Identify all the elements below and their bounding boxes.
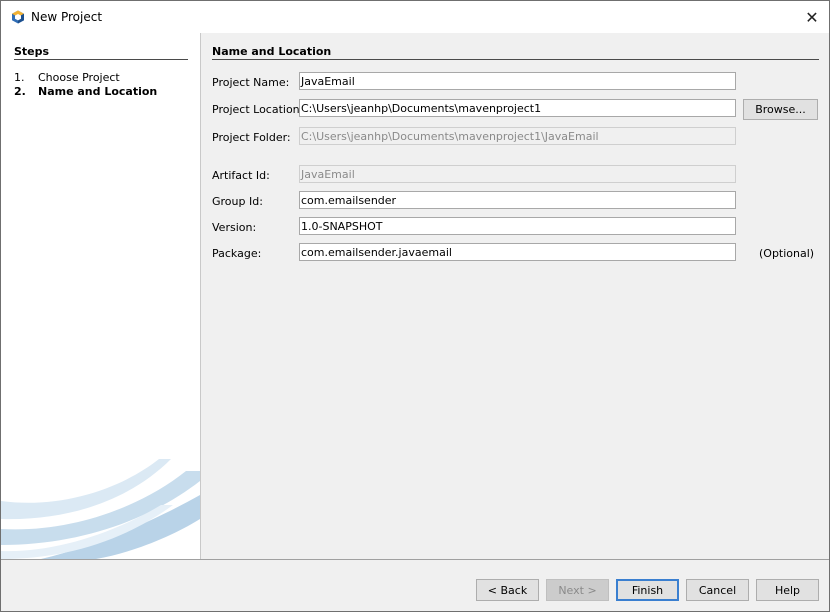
step-number: 2. <box>14 85 26 98</box>
cancel-button[interactable]: Cancel <box>686 579 749 601</box>
artifact-id-label: Artifact Id: <box>212 169 270 182</box>
close-button[interactable]: ✕ <box>795 1 829 33</box>
steps-title: Steps <box>14 45 50 58</box>
package-input[interactable]: com.emailsender.javaemail <box>299 243 736 261</box>
project-location-input[interactable]: C:\Users\jeanhp\Documents\mavenproject1 <box>299 99 736 117</box>
new-project-dialog: New Project ✕ Steps 1. Choose Project 2. N… <box>0 0 830 612</box>
step-label: Choose Project <box>38 71 120 84</box>
section-title: Name and Location <box>212 45 332 58</box>
decorative-swoosh <box>1 459 200 559</box>
back-button[interactable]: < Back <box>476 579 539 601</box>
step-name-and-location: 2. Name and Location <box>14 85 157 98</box>
wizard-button-bar: < Back Next > Finish Cancel Help <box>1 559 829 611</box>
artifact-id-field: JavaEmail <box>299 165 736 183</box>
step-label: Name and Location <box>38 85 158 98</box>
step-choose-project: 1. Choose Project <box>14 71 120 84</box>
project-name-input[interactable]: JavaEmail <box>299 72 736 90</box>
close-icon: ✕ <box>805 7 819 27</box>
project-name-label: Project Name: <box>212 76 290 89</box>
project-location-label: Project Location: <box>212 103 304 116</box>
step-number: 1. <box>14 71 25 84</box>
finish-button[interactable]: Finish <box>616 579 679 601</box>
package-label: Package: <box>212 247 262 260</box>
next-button[interactable]: Next > <box>546 579 609 601</box>
netbeans-icon <box>12 10 24 24</box>
browse-button[interactable]: Browse... <box>743 99 818 120</box>
name-and-location-panel: Name and Location Project Name: JavaEmai… <box>200 33 829 559</box>
steps-panel: Steps 1. Choose Project 2. Name and Locati… <box>1 33 200 559</box>
project-folder-label: Project Folder: <box>212 131 291 144</box>
version-input[interactable]: 1.0-SNAPSHOT <box>299 217 736 235</box>
window-title: New Project <box>31 10 103 24</box>
project-folder-field: C:\Users\jeanhp\Documents\mavenproject1\… <box>299 127 736 145</box>
steps-divider <box>14 59 188 60</box>
version-label: Version: <box>212 221 257 234</box>
package-optional-hint: (Optional) <box>759 247 815 260</box>
group-id-label: Group Id: <box>212 195 263 208</box>
help-button[interactable]: Help <box>756 579 819 601</box>
title-bar: New Project ✕ <box>1 1 829 33</box>
group-id-input[interactable]: com.emailsender <box>299 191 736 209</box>
section-divider <box>212 59 819 60</box>
